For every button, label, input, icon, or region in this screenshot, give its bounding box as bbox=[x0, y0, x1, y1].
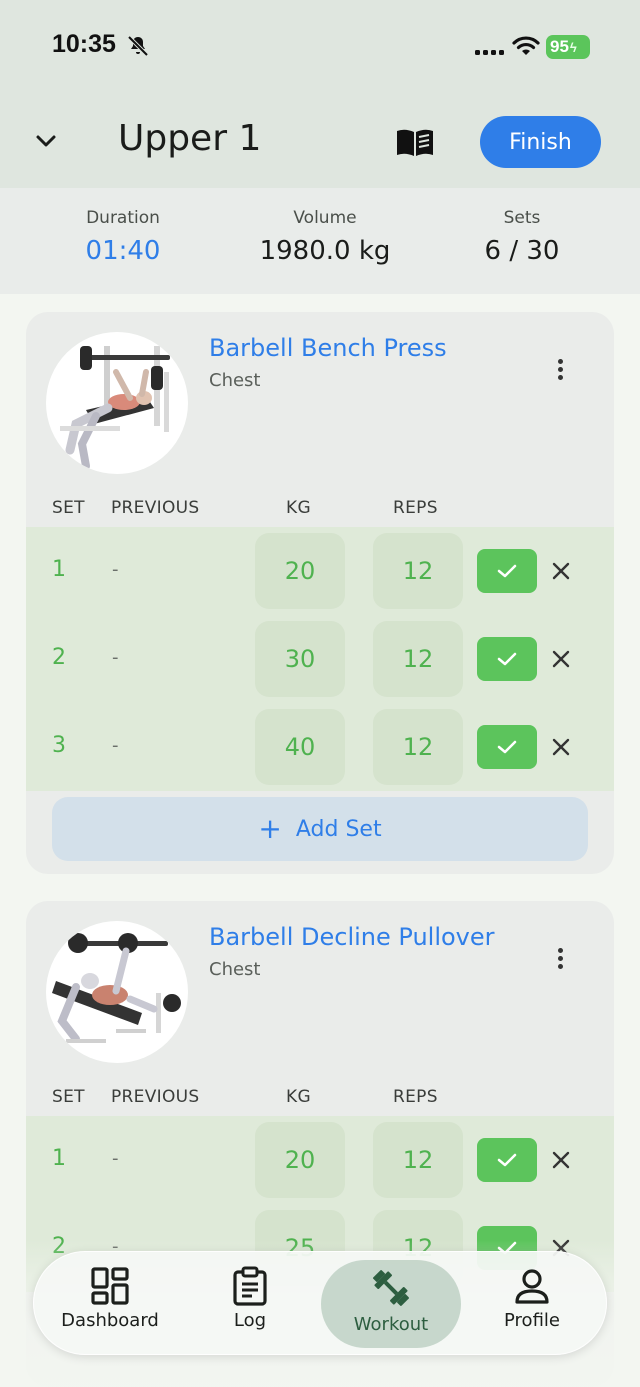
set-number: 3 bbox=[52, 733, 66, 758]
set-row: 2 - 30 12 bbox=[26, 615, 614, 703]
set-previous: - bbox=[112, 735, 119, 756]
sets-value: 6 / 30 bbox=[484, 236, 560, 266]
set-previous: - bbox=[112, 559, 119, 580]
bottom-nav: Dashboard Log Workout Profile bbox=[33, 1251, 607, 1355]
person-icon bbox=[515, 1269, 549, 1304]
check-icon bbox=[497, 564, 517, 578]
bell-slash-icon bbox=[127, 35, 149, 57]
book-icon[interactable] bbox=[394, 126, 436, 160]
nav-profile[interactable]: Profile bbox=[462, 1260, 602, 1348]
exercise-card: Barbell Bench Press Chest SET PREVIOUS K… bbox=[26, 312, 614, 874]
col-previous-header: PREVIOUS bbox=[111, 1087, 200, 1107]
sets-stat: Sets 6 / 30 bbox=[422, 208, 622, 266]
col-reps-header: REPS bbox=[393, 1087, 438, 1107]
set-number: 1 bbox=[52, 1146, 66, 1171]
col-reps-header: REPS bbox=[393, 498, 438, 518]
col-set-header: SET bbox=[52, 1087, 85, 1107]
more-vert-icon[interactable] bbox=[550, 945, 570, 975]
battery-level: 95 bbox=[550, 37, 569, 56]
add-set-button[interactable]: + Add Set bbox=[52, 797, 588, 861]
header-area: 10:35 95 ϟ Upper 1 Finish bbox=[0, 0, 640, 188]
duration-label: Duration bbox=[86, 208, 160, 228]
duration-stat: Duration 01:40 bbox=[23, 208, 223, 266]
volume-stat: Volume 1980.0 kg bbox=[225, 208, 425, 266]
reps-input[interactable]: 12 bbox=[373, 1122, 463, 1198]
exercise-muscle: Chest bbox=[209, 959, 261, 980]
kg-input[interactable]: 30 bbox=[255, 621, 345, 697]
set-number: 1 bbox=[52, 557, 66, 582]
exercise-name[interactable]: Barbell Decline Pullover bbox=[209, 923, 495, 951]
check-icon bbox=[497, 740, 517, 754]
exercise-thumbnail[interactable] bbox=[46, 921, 188, 1063]
chevron-down-icon[interactable] bbox=[30, 126, 62, 158]
duration-value: 01:40 bbox=[85, 236, 161, 266]
nav-label: Workout bbox=[353, 1314, 429, 1335]
wifi-icon bbox=[512, 36, 540, 55]
exercise-muscle: Chest bbox=[209, 370, 261, 391]
check-icon bbox=[497, 1153, 517, 1167]
set-previous: - bbox=[112, 1148, 119, 1169]
nav-label: Profile bbox=[504, 1310, 560, 1331]
complete-set-button[interactable] bbox=[477, 725, 537, 769]
exercise-thumbnail[interactable] bbox=[46, 332, 188, 474]
decline-pullover-illustration bbox=[52, 933, 181, 1043]
finish-button[interactable]: Finish bbox=[480, 116, 601, 168]
close-icon[interactable] bbox=[550, 648, 572, 670]
plus-icon: + bbox=[258, 812, 282, 845]
close-icon[interactable] bbox=[550, 736, 572, 758]
battery-charging-icon: 95 ϟ bbox=[546, 35, 590, 59]
complete-set-button[interactable] bbox=[477, 637, 537, 681]
exercise-name[interactable]: Barbell Bench Press bbox=[209, 334, 447, 362]
nav-label: Dashboard bbox=[61, 1310, 159, 1331]
nav-label: Log bbox=[233, 1310, 267, 1331]
set-row: 3 - 40 12 bbox=[26, 703, 614, 791]
clipboard-icon bbox=[233, 1266, 267, 1306]
signal-icon bbox=[475, 50, 504, 55]
reps-input[interactable]: 12 bbox=[373, 621, 463, 697]
kg-input[interactable]: 40 bbox=[255, 709, 345, 785]
reps-input[interactable]: 12 bbox=[373, 709, 463, 785]
col-set-header: SET bbox=[52, 498, 85, 518]
kg-input[interactable]: 20 bbox=[255, 533, 345, 609]
close-icon[interactable] bbox=[550, 1149, 572, 1171]
bolt-icon: ϟ bbox=[569, 39, 577, 55]
status-time: 10:35 bbox=[52, 30, 116, 58]
check-icon bbox=[497, 652, 517, 666]
sets-label: Sets bbox=[503, 208, 541, 228]
nav-log[interactable]: Log bbox=[180, 1260, 320, 1348]
dashboard-grid-icon bbox=[91, 1267, 129, 1305]
nav-workout[interactable]: Workout bbox=[321, 1260, 461, 1348]
bench-press-illustration bbox=[60, 346, 170, 470]
kg-input[interactable]: 20 bbox=[255, 1122, 345, 1198]
page-title: Upper 1 bbox=[118, 118, 262, 159]
nav-dashboard[interactable]: Dashboard bbox=[40, 1260, 180, 1348]
complete-set-button[interactable] bbox=[477, 1138, 537, 1182]
volume-value: 1980.0 kg bbox=[259, 236, 391, 266]
col-previous-header: PREVIOUS bbox=[111, 498, 200, 518]
set-number: 2 bbox=[52, 645, 66, 670]
complete-set-button[interactable] bbox=[477, 549, 537, 593]
more-vert-icon[interactable] bbox=[550, 356, 570, 386]
set-row: 1 - 20 12 bbox=[26, 1116, 614, 1204]
volume-label: Volume bbox=[293, 208, 357, 228]
reps-input[interactable]: 12 bbox=[373, 533, 463, 609]
dumbbell-icon bbox=[373, 1270, 409, 1306]
close-icon[interactable] bbox=[550, 560, 572, 582]
add-set-label: Add Set bbox=[295, 816, 382, 842]
col-kg-header: KG bbox=[286, 1087, 311, 1107]
set-previous: - bbox=[112, 647, 119, 668]
workout-stats: Duration 01:40 Volume 1980.0 kg Sets 6 /… bbox=[0, 188, 640, 294]
set-row: 1 - 20 12 bbox=[26, 527, 614, 615]
col-kg-header: KG bbox=[286, 498, 311, 518]
